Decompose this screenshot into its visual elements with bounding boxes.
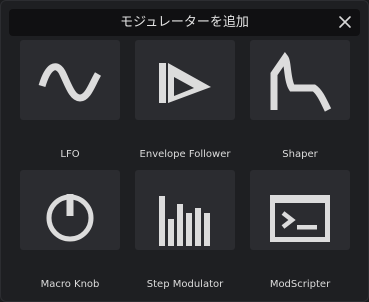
modulator-modscripter-label: ModScripter xyxy=(269,279,331,290)
modulator-shaper-label: Shaper xyxy=(282,149,318,160)
modulator-macro-knob-tile[interactable] xyxy=(20,170,120,250)
modulator-shaper-tile[interactable] xyxy=(250,40,350,120)
dialog-title: モジュレーターを追加 xyxy=(120,15,249,30)
modulator-modscripter-tile[interactable] xyxy=(250,170,350,250)
sine-wave-icon xyxy=(38,63,102,102)
modulator-envelope-follower-tile[interactable] xyxy=(135,40,235,120)
macro-knob-icon xyxy=(46,194,94,242)
step-bars-icon xyxy=(159,196,210,246)
dialog-titlebar: モジュレーターを追加 xyxy=(9,9,360,36)
add-modulator-dialog: モジュレーターを追加 LFO Envelope Follower Shaper xyxy=(0,0,369,302)
modulator-lfo-tile[interactable] xyxy=(20,40,120,120)
modulator-step-modulator-tile[interactable] xyxy=(135,170,235,250)
envelope-follower-icon xyxy=(159,63,211,103)
close-icon[interactable] xyxy=(334,11,356,33)
shaper-curve-icon xyxy=(270,51,332,112)
terminal-icon xyxy=(270,195,330,242)
